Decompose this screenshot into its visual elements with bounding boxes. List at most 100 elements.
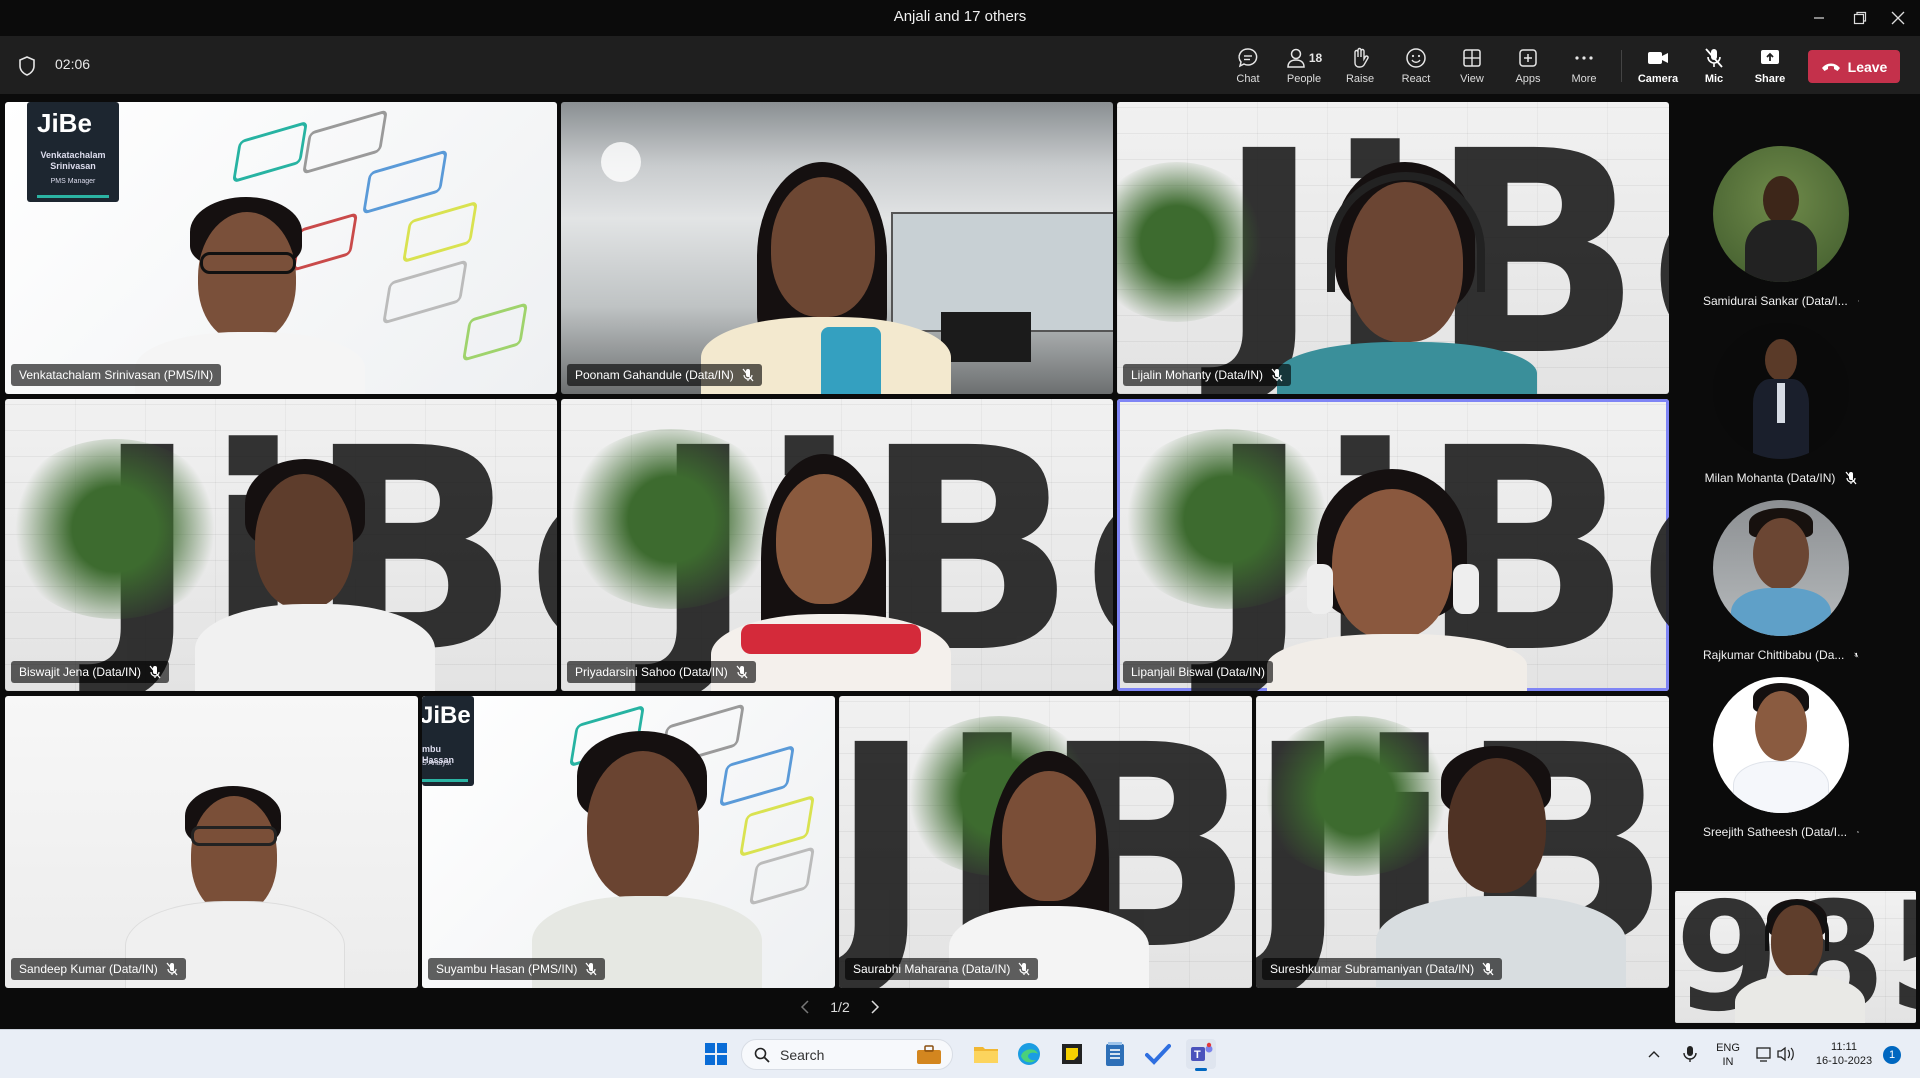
share-button[interactable]: Share xyxy=(1742,44,1798,90)
raise-hand-button[interactable]: Raise xyxy=(1332,44,1388,90)
windows-logo-icon xyxy=(705,1043,727,1065)
page-indicator: 1/2 xyxy=(830,999,850,1015)
video-tile[interactable]: JiBe Sureshkumar Subramaniyan (Data/IN) xyxy=(1256,696,1669,988)
mic-muted-icon xyxy=(585,962,597,976)
share-screen-icon xyxy=(1761,50,1779,64)
svg-text:T: T xyxy=(1194,1049,1201,1061)
chat-icon xyxy=(1238,48,1258,68)
video-tile[interactable]: Poonam Gahandule (Data/IN) xyxy=(561,102,1113,394)
smiley-icon xyxy=(1406,48,1426,68)
people-button[interactable]: 18 People xyxy=(1276,44,1332,90)
notepad-icon[interactable] xyxy=(1100,1039,1130,1069)
react-button[interactable]: React xyxy=(1388,44,1444,90)
shield-icon xyxy=(19,56,35,76)
notification-badge[interactable]: 1 xyxy=(1883,1046,1901,1064)
edge-browser-icon[interactable] xyxy=(1014,1039,1044,1069)
avatar xyxy=(1713,500,1849,636)
start-button[interactable] xyxy=(701,1039,731,1069)
participant-name-badge: Poonam Gahandule (Data/IN) xyxy=(567,364,762,386)
camera-button[interactable]: Camera xyxy=(1630,44,1686,90)
jibe-logo-card: JiBe Venkatachalam Srinivasan PMS Manage… xyxy=(27,102,119,202)
participant-name-badge: Sandeep Kumar (Data/IN) xyxy=(11,958,186,980)
video-tile[interactable]: JiBe Biswajit Jena (Data/IN) xyxy=(5,399,557,691)
rail-participant[interactable]: Sreejith Satheesh (Data/I... xyxy=(1703,677,1859,839)
jibe-logo-card: JiBe mbu Hassan S Analyst xyxy=(422,696,474,786)
file-explorer-icon[interactable] xyxy=(971,1039,1001,1069)
teams-icon[interactable]: T xyxy=(1186,1039,1216,1071)
rail-participant[interactable]: Samidurai Sankar (Data/I... xyxy=(1703,146,1859,308)
network-volume-tray[interactable] xyxy=(1754,1039,1798,1069)
mic-muted-icon xyxy=(1857,830,1859,834)
apps-button[interactable]: Apps xyxy=(1500,44,1556,90)
windows-taskbar: Search T ENG IN 11:11 16-10-2023 1 xyxy=(0,1029,1920,1078)
rail-participant[interactable]: Milan Mohanta (Data/IN) xyxy=(1703,323,1859,485)
input-language[interactable]: ENG IN xyxy=(1712,1041,1744,1069)
participant-name-badge: Lipanjali Biswal (Data/IN) xyxy=(1123,661,1274,683)
video-stage: JiBe Venkatachalam Srinivasan PMS Manage… xyxy=(0,94,1920,1029)
tray-mic-icon[interactable] xyxy=(1676,1039,1704,1069)
avatar xyxy=(1713,323,1849,459)
mic-muted-icon xyxy=(1854,652,1859,658)
chevron-left-icon[interactable] xyxy=(800,1000,810,1014)
gallery-pager: 1/2 xyxy=(800,995,880,1019)
more-button[interactable]: More xyxy=(1556,44,1612,90)
toolbar-divider xyxy=(1621,50,1622,82)
participant-name-badge: Biswajit Jena (Data/IN) xyxy=(11,661,170,683)
avatar xyxy=(1713,146,1849,282)
participant-name-badge: Suyambu Hasan (PMS/IN) xyxy=(428,958,606,980)
mic-muted-icon xyxy=(1857,300,1859,302)
taskbar-search[interactable]: Search xyxy=(741,1039,953,1070)
participant-name-badge: Priyadarsini Sahoo (Data/IN) xyxy=(567,661,756,683)
video-tile[interactable]: JiBe mbu Hassan S Analyst Suyambu Hasan … xyxy=(422,696,835,988)
video-tile[interactable]: JiBe Priyadarsini Sahoo (Data/IN) xyxy=(561,399,1113,691)
mic-muted-icon xyxy=(1845,471,1857,485)
todo-check-icon[interactable] xyxy=(1143,1039,1173,1069)
participant-name-badge: Sureshkumar Subramaniyan (Data/IN) xyxy=(1262,958,1503,980)
sticky-notes-icon[interactable] xyxy=(1057,1039,1087,1069)
mic-muted-icon xyxy=(166,962,178,976)
title-bar: Anjali and 17 others xyxy=(0,0,1920,36)
meeting-timer: 02:06 xyxy=(55,56,91,72)
chevron-right-icon[interactable] xyxy=(870,1000,880,1014)
clock[interactable]: 11:11 16-10-2023 xyxy=(1808,1040,1880,1068)
tray-chevron-up-icon[interactable] xyxy=(1642,1039,1666,1069)
apps-plus-icon xyxy=(1519,49,1537,67)
mic-off-icon xyxy=(1705,48,1723,68)
mic-muted-icon xyxy=(149,665,161,679)
video-tile[interactable]: JiBe Saurabhi Maharana (Data/IN) xyxy=(839,696,1252,988)
rail-participant[interactable]: Rajkumar Chittibabu (Da... xyxy=(1703,500,1859,662)
leave-button[interactable]: Leave xyxy=(1808,50,1900,83)
mic-muted-icon xyxy=(742,368,754,382)
close-icon xyxy=(1891,11,1905,25)
search-icon xyxy=(754,1047,770,1063)
video-tile[interactable]: Sandeep Kumar (Data/IN) xyxy=(5,696,418,988)
participant-name-badge: Lijalin Mohanty (Data/IN) xyxy=(1123,364,1292,386)
view-button[interactable]: View xyxy=(1444,44,1500,90)
people-icon xyxy=(1287,48,1305,68)
video-tile[interactable]: JiBe Venkatachalam Srinivasan PMS Manage… xyxy=(5,102,557,394)
mic-button[interactable]: Mic xyxy=(1686,44,1742,90)
camera-icon xyxy=(1648,52,1668,64)
minimize-button[interactable] xyxy=(1797,0,1841,36)
mic-muted-icon xyxy=(736,665,748,679)
video-tile[interactable]: JiBe Lijalin Mohanty (Data/IN) xyxy=(1117,102,1669,394)
people-count: 18 xyxy=(1308,51,1323,65)
close-button[interactable] xyxy=(1876,0,1920,36)
hang-up-icon xyxy=(1821,63,1840,71)
self-view-video[interactable]: 985 xyxy=(1675,891,1916,1023)
minimize-icon xyxy=(1814,17,1824,19)
more-dots-icon xyxy=(1575,56,1593,60)
avatar xyxy=(1713,677,1849,813)
meeting-toolbar: 02:06 Chat 18 People Raise React View Ap… xyxy=(0,36,1920,94)
video-tile-active-speaker[interactable]: JiBe Lipanjali Biswal (Data/IN) xyxy=(1117,399,1669,691)
restore-icon xyxy=(1853,11,1867,25)
hand-icon xyxy=(1354,47,1369,68)
window-title: Anjali and 17 others xyxy=(893,8,1027,25)
participant-name-badge: Venkatachalam Srinivasan (PMS/IN) xyxy=(11,364,222,386)
chat-button[interactable]: Chat xyxy=(1220,44,1276,90)
participant-name-badge: Saurabhi Maharana (Data/IN) xyxy=(845,958,1039,980)
briefcase-icon xyxy=(917,1044,941,1064)
mic-muted-icon xyxy=(1271,368,1283,382)
mic-muted-icon xyxy=(1018,962,1030,976)
grid-view-icon xyxy=(1463,49,1481,67)
